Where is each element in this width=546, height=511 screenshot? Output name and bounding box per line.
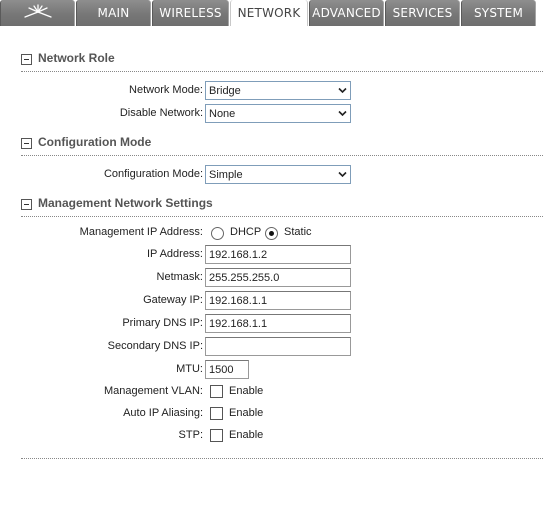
configuration-mode-row: Configuration Mode: Simple [0, 165, 546, 185]
collapse-icon[interactable] [21, 199, 32, 210]
disable-network-row: Disable Network: None [0, 104, 546, 124]
auto-ip-aliasing-checkbox[interactable] [210, 407, 223, 420]
collapse-icon[interactable] [21, 54, 32, 65]
ip-address-input[interactable]: 192.168.1.2 [205, 245, 351, 264]
netmask-label: Netmask: [156, 271, 203, 283]
tab-main[interactable]: MAIN [76, 0, 151, 26]
gateway-ip-input[interactable]: 192.168.1.1 [205, 291, 351, 310]
section-title: Network Role [38, 51, 115, 65]
network-mode-row: Network Mode: Bridge [0, 81, 546, 101]
chevron-down-icon [338, 110, 347, 117]
gateway-ip-label: Gateway IP: [143, 294, 203, 306]
section-title: Configuration Mode [38, 135, 152, 149]
disable-network-label: Disable Network: [119, 107, 203, 119]
management-network-header: Management Network Settings [21, 196, 543, 212]
auto-ip-aliasing-enable-label: Enable [229, 407, 264, 419]
management-ip-mode-label: Management IP Address: [79, 226, 203, 238]
primary-dns-row: Primary DNS IP: 192.168.1.1 [0, 314, 546, 334]
network-mode-select[interactable]: Bridge [205, 81, 351, 100]
network-mode-value: Bridge [209, 85, 241, 97]
secondary-dns-label: Secondary DNS IP: [107, 340, 203, 352]
management-ip-mode-row: Management IP Address: DHCP Static [0, 223, 546, 243]
chevron-down-icon [338, 171, 347, 178]
management-vlan-checkbox[interactable] [210, 385, 223, 398]
mtu-label: MTU: [176, 363, 203, 375]
chevron-down-icon [338, 87, 347, 94]
section-divider [21, 458, 543, 459]
primary-dns-label: Primary DNS IP: [122, 317, 203, 329]
dhcp-label: DHCP [230, 226, 262, 238]
tab-logo[interactable] [0, 0, 75, 26]
netmask-input[interactable]: 255.255.255.0 [205, 268, 351, 287]
ubiquiti-logo-icon [23, 4, 52, 18]
collapse-icon[interactable] [21, 138, 32, 149]
secondary-dns-input[interactable] [205, 337, 351, 356]
disable-network-value: None [209, 108, 236, 120]
network-settings-content: Network Role Network Mode: Bridge Disabl… [0, 26, 546, 511]
auto-ip-aliasing-label: Auto IP Aliasing: [123, 407, 203, 419]
tab-network[interactable]: NETWORK [230, 0, 308, 26]
tab-services[interactable]: SERVICES [385, 0, 460, 26]
configuration-mode-select[interactable]: Simple [205, 165, 351, 184]
management-vlan-label: Management VLAN: [103, 385, 203, 397]
secondary-dns-row: Secondary DNS IP: [0, 337, 546, 357]
tab-advanced[interactable]: ADVANCED [309, 0, 384, 26]
section-title: Management Network Settings [38, 196, 213, 210]
network-role-header: Network Role [21, 51, 543, 67]
disable-network-select[interactable]: None [205, 104, 351, 123]
section-divider [21, 216, 543, 217]
top-tab-bar: MAIN WIRELESS NETWORK ADVANCED SERVICES … [0, 0, 546, 26]
static-label: Static [284, 226, 312, 238]
static-radio[interactable] [265, 227, 278, 240]
network-mode-label: Network Mode: [129, 84, 203, 96]
netmask-row: Netmask: 255.255.255.0 [0, 268, 546, 288]
ip-address-row: IP Address: 192.168.1.2 [0, 245, 546, 265]
stp-label: STP: [178, 429, 203, 441]
tab-system[interactable]: SYSTEM [461, 0, 536, 26]
configuration-mode-value: Simple [209, 169, 243, 181]
management-vlan-row: Management VLAN: Enable [0, 382, 546, 402]
stp-row: STP: Enable [0, 426, 546, 446]
stp-enable-label: Enable [229, 429, 264, 441]
ip-address-label: IP Address: [146, 248, 203, 260]
section-divider [21, 71, 543, 72]
primary-dns-input[interactable]: 192.168.1.1 [205, 314, 351, 333]
configuration-mode-header: Configuration Mode [21, 135, 543, 151]
mtu-row: MTU: 1500 [0, 360, 546, 380]
gateway-ip-row: Gateway IP: 192.168.1.1 [0, 291, 546, 311]
dhcp-radio[interactable] [211, 227, 224, 240]
configuration-mode-label: Configuration Mode: [103, 168, 203, 180]
mtu-input[interactable]: 1500 [205, 360, 249, 379]
stp-checkbox[interactable] [210, 429, 223, 442]
section-divider [21, 155, 543, 156]
tab-wireless[interactable]: WIRELESS [152, 0, 229, 26]
management-vlan-enable-label: Enable [229, 385, 264, 397]
auto-ip-aliasing-row: Auto IP Aliasing: Enable [0, 404, 546, 424]
